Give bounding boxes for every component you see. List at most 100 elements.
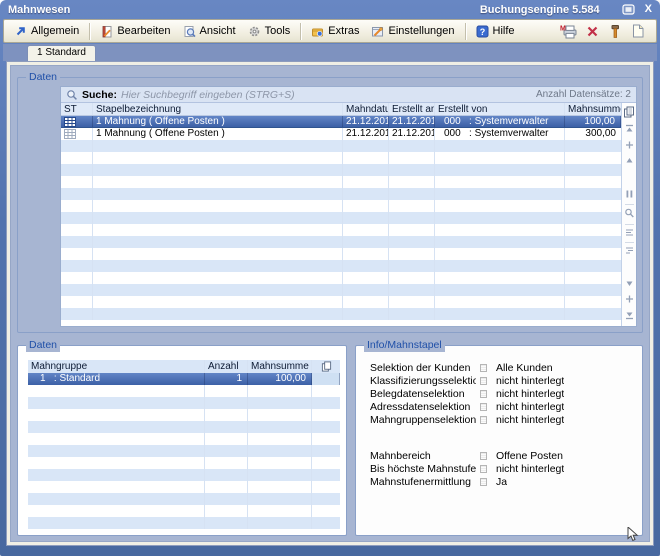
print-dunning-icon[interactable]: M — [560, 24, 577, 39]
info-row: Klassifizierungsselektion nicht hinterle… — [370, 374, 630, 387]
row-icon-cell — [312, 373, 340, 385]
arrow-north-east-icon — [14, 25, 27, 38]
bottom-panels: Daten Mahngruppe Anzahl Mahnsumme € 1 : … — [17, 345, 643, 536]
group-label: Daten — [26, 339, 60, 352]
close-button[interactable]: X — [645, 4, 652, 15]
table-row[interactable]: 1 Mahnung ( Offene Posten ) 21.12.2016 2… — [61, 128, 621, 140]
help-icon: ? — [476, 25, 489, 38]
go-last-icon[interactable] — [624, 308, 635, 324]
col-header-st[interactable]: ST — [61, 103, 93, 115]
toolbar-separator — [465, 23, 466, 40]
toolbar-separator — [300, 23, 301, 40]
record-count: Anzahl Datensätze: 2 — [536, 89, 631, 100]
info-row: Bis höchste Mahnstufe nicht hinterlegt — [370, 462, 630, 475]
col-header-mahndatum[interactable]: Mahndatum — [343, 103, 389, 115]
mahndatum-cell: 21.12.2016 — [343, 128, 389, 140]
col-header-erstellt-am[interactable]: Erstellt am — [389, 103, 435, 115]
copy-icon[interactable] — [623, 104, 635, 122]
col-header-stapelbezeichnung[interactable]: Stapelbezeichnung — [93, 103, 343, 115]
menu-label: Ansicht — [200, 25, 236, 37]
application-window: Mahnwesen Buchungsengine 5.584 X Allgeme… — [0, 0, 660, 556]
delete-icon[interactable] — [586, 25, 599, 38]
info-value: Alle Kunden — [496, 362, 553, 374]
menu-label: Bearbeiten — [117, 25, 170, 37]
batch-grid-icon — [64, 117, 76, 127]
empty-row — [61, 284, 621, 296]
columns-icon[interactable] — [624, 187, 635, 203]
stapelbezeichnung-cell: 1 Mahnung ( Offene Posten ) — [93, 116, 343, 127]
separator-icon — [480, 390, 487, 398]
table-zone: ST Stapelbezeichnung Mahndatum Erstellt … — [61, 103, 636, 326]
info-label: Selektion der Kunden — [370, 362, 476, 374]
menu-label: Tools — [265, 25, 291, 37]
engine-version: Buchungsengine 5.584 — [480, 4, 600, 16]
scroll-down-icon[interactable] — [624, 277, 635, 292]
batch-grid-icon — [64, 129, 76, 139]
col-header-mahnsumme[interactable]: Mahnsumme € — [248, 360, 312, 373]
info-settings-block: Mahnbereich Offene Posten Bis höchste Ma… — [370, 449, 630, 488]
edit-page-icon — [100, 25, 113, 38]
table-row[interactable]: 1 : Standard 1 100,00 — [28, 373, 340, 385]
group-info-mahnstapel: Info/Mahnstapel Selektion der Kunden All… — [355, 345, 643, 536]
col-header-erstellt-von[interactable]: Erstellt von — [435, 103, 565, 115]
empty-row — [61, 200, 621, 212]
info-value: nicht hinterlegt — [496, 414, 564, 426]
empty-row — [61, 272, 621, 284]
move-down-icon[interactable] — [624, 292, 635, 308]
info-label: Adressdatenselektion — [370, 401, 476, 413]
erstellt-von-cell: 000 : Systemverwalter — [435, 116, 565, 127]
empty-row — [61, 308, 621, 320]
separator-icon — [480, 416, 487, 424]
magnifier-page-icon — [183, 25, 196, 38]
info-label: Mahnbereich — [370, 450, 476, 462]
tab-standard[interactable]: 1 Standard — [27, 45, 96, 61]
menu-extras[interactable]: Extras — [305, 23, 365, 40]
info-label: Mahngruppenselektion — [370, 414, 476, 426]
row-type-cell — [61, 128, 93, 140]
go-first-icon[interactable] — [624, 122, 635, 138]
col-header-mahnsumme[interactable]: Mahnsumme € — [565, 103, 621, 115]
extras-box-icon — [311, 25, 324, 38]
anzahl-cell: 1 — [205, 373, 248, 385]
info-label: Klassifizierungsselektion — [370, 375, 476, 387]
rail-separator — [625, 224, 634, 225]
scroll-up-icon[interactable] — [624, 154, 635, 169]
menu-tools[interactable]: Tools — [242, 23, 297, 40]
hammer-icon[interactable] — [608, 24, 622, 39]
table-header-row: Mahngruppe Anzahl Mahnsumme € — [28, 360, 340, 373]
toolbar-separator — [89, 23, 90, 40]
batch-table-panel: Suche: Anzahl Datensätze: 2 ST Stapelbez… — [60, 86, 637, 327]
menu-einstellungen[interactable]: Einstellungen — [365, 23, 460, 40]
separator-icon — [480, 403, 487, 411]
table-row[interactable]: 1 Mahnung ( Offene Posten ) 21.12.2016 2… — [61, 116, 621, 128]
info-row: Selektion der Kunden Alle Kunden — [370, 361, 630, 374]
mahndatum-cell: 21.12.2016 — [343, 116, 389, 127]
search-small-icon[interactable] — [624, 206, 635, 223]
empty-row — [28, 505, 340, 517]
menu-bearbeiten[interactable]: Bearbeiten — [94, 23, 176, 40]
list-a-icon[interactable] — [624, 226, 635, 241]
new-document-icon[interactable] — [631, 24, 644, 38]
empty-row — [61, 152, 621, 164]
content-frame: Daten Suche: Anzahl Datensätze: 2 ST Sta… — [6, 61, 654, 546]
mahngruppe-cell: 1 : Standard — [28, 373, 205, 385]
search-input[interactable] — [121, 89, 532, 101]
list-b-icon[interactable] — [624, 244, 635, 259]
empty-row — [61, 260, 621, 272]
col-header-anzahl[interactable]: Anzahl — [205, 360, 248, 373]
copy-icon[interactable] — [312, 360, 340, 373]
move-up-icon[interactable] — [624, 138, 635, 154]
menu-ansicht[interactable]: Ansicht — [177, 23, 242, 40]
menu-hilfe[interactable]: ? Hilfe — [470, 23, 521, 40]
group-label: Info/Mahnstapel — [364, 339, 445, 352]
info-label: Belegdatenselektion — [370, 388, 476, 400]
menu-allgemein[interactable]: Allgemein — [8, 23, 85, 40]
menu-label: Extras — [328, 25, 359, 37]
gear-icon — [248, 25, 261, 38]
row-type-cell — [61, 116, 93, 127]
window-icon[interactable] — [622, 4, 635, 15]
info-value: Ja — [496, 476, 507, 488]
info-label: Mahnstufenermittlung — [370, 476, 476, 488]
table-nav-rail — [621, 103, 636, 326]
col-header-mahngruppe[interactable]: Mahngruppe — [28, 360, 205, 373]
